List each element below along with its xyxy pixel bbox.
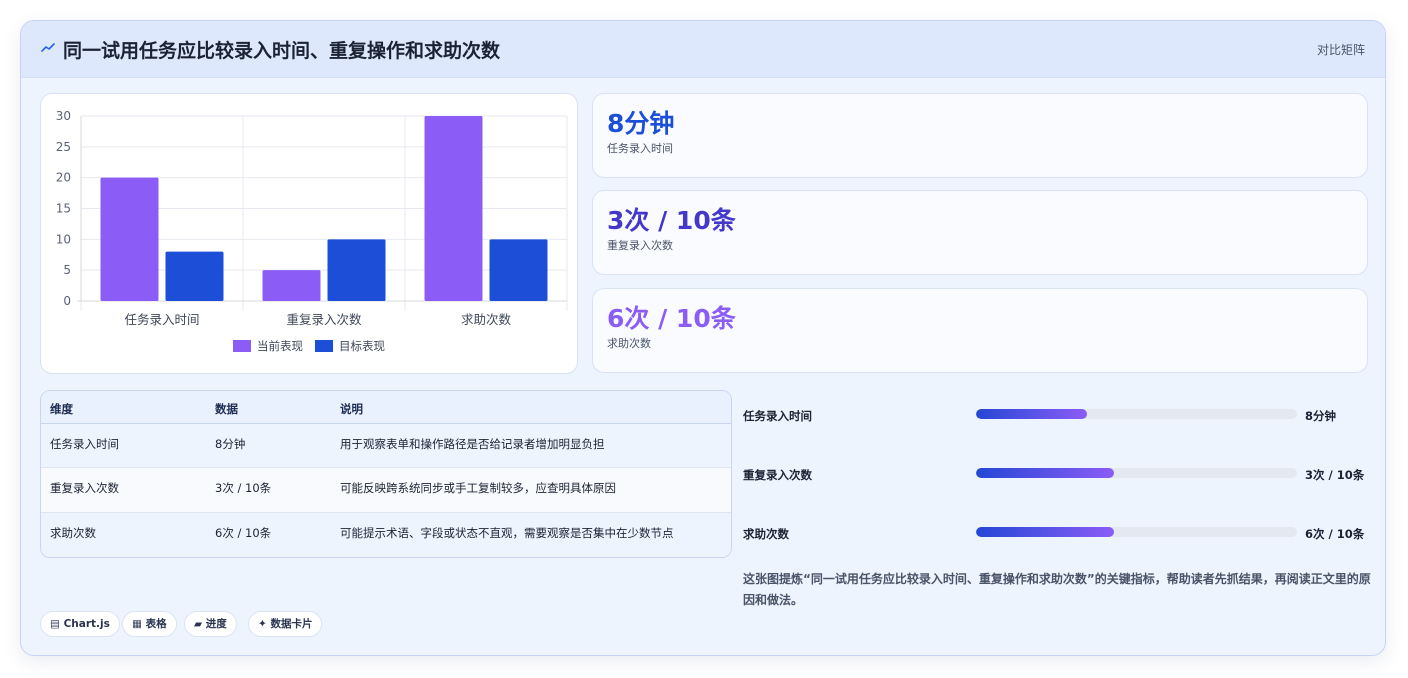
bar: [262, 270, 321, 301]
table-icon: ▦: [132, 618, 142, 630]
tag-pill-chartjs: ▤ Chart.js: [40, 611, 120, 637]
table-cell: 重复录入次数: [50, 481, 119, 495]
x-tick-label: 重复录入次数: [286, 312, 362, 327]
header-tag: 对比矩阵: [1316, 43, 1365, 57]
progress-value: 6次 / 10条: [1305, 527, 1365, 541]
column-header: 维度: [50, 402, 73, 416]
tag-pill-data-card: ✦ 数据卡片: [248, 611, 323, 637]
kpi-card-repeat-entry: 3次 / 10条 重复录入次数: [592, 190, 1368, 275]
table-header-row: 维度 数据 说明: [41, 391, 731, 424]
column-header: 数据: [215, 402, 238, 416]
table-row: 求助次数 6次 / 10条 可能提示术语、字段或状态不直观，需要观察是否集中在少…: [41, 513, 731, 557]
progress-track: [976, 527, 1297, 537]
y-tick-label: 10: [56, 232, 71, 246]
kpi-label: 重复录入次数: [607, 239, 673, 252]
bar-chart: 0 5 10 15 20 25 30 任务录入时间 重复录入次数 求助次数当前表现 目标表现: [56, 109, 568, 353]
y-tick-label: 15: [56, 202, 71, 216]
bar: [100, 177, 159, 301]
progress-icon: ▰: [194, 618, 203, 630]
progress-fill: [976, 468, 1115, 478]
kpi-card-entry-time: 8分钟 任务录入时间: [592, 93, 1368, 178]
legend-label: 目标表现: [339, 339, 385, 353]
table-row: 重复录入次数 3次 / 10条 可能反映跨系统同步或手工复制较多，应查明具体原因: [41, 468, 731, 513]
progress-label: 求助次数: [743, 527, 789, 541]
legend-swatch: [315, 340, 333, 352]
legend-swatch: [233, 340, 251, 352]
progress-value: 3次 / 10条: [1305, 468, 1365, 482]
y-tick-label: 20: [56, 171, 71, 185]
column-header: 说明: [340, 402, 363, 416]
y-tick-label: 25: [56, 140, 71, 154]
progress-fill: [976, 527, 1115, 537]
pill-label: 数据卡片: [270, 618, 313, 630]
progress-track: [976, 409, 1297, 419]
comparison-table: 维度 数据 说明 任务录入时间 8分钟 用于观察表单和操作路径是否给记录者增加明…: [40, 390, 732, 558]
table-cell: 任务录入时间: [50, 437, 119, 451]
kpi-label: 求助次数: [607, 337, 651, 350]
page-title: 同一试用任务应比较录入时间、重复操作和求助次数: [63, 40, 501, 62]
chart-icon: ▤: [50, 618, 60, 630]
table-row: 任务录入时间 8分钟 用于观察表单和操作路径是否给记录者增加明显负担: [41, 424, 731, 468]
bar-chart-panel: 0 5 10 15 20 25 30 任务录入时间 重复录入次数 求助次数当前表现 目标表现: [40, 93, 578, 374]
kpi-label: 任务录入时间: [607, 142, 673, 155]
table-cell: 8分钟: [215, 437, 246, 451]
legend-label: 当前表现: [257, 339, 303, 353]
kpi-value: 6次 / 10条: [607, 304, 736, 333]
infographic-card: 同一试用任务应比较录入时间、重复操作和求助次数 对比矩阵 0 5 10 15 20 25 3…: [20, 20, 1386, 656]
y-tick-label: 0: [63, 294, 71, 308]
kpi-card-help-requests: 6次 / 10条 求助次数: [592, 288, 1368, 373]
table-cell: 可能提示术语、字段或状态不直观，需要观察是否集中在少数节点: [340, 526, 674, 540]
pill-label: Chart.js: [63, 618, 110, 630]
pill-label: 表格: [145, 618, 167, 630]
pill-label: 进度: [205, 618, 227, 630]
tag-pill-progress: ▰ 进度: [184, 611, 237, 637]
bar: [424, 116, 483, 301]
bar: [165, 251, 224, 301]
table-cell: 6次 / 10条: [215, 526, 272, 540]
progress-track: [976, 468, 1297, 478]
table-cell: 3次 / 10条: [215, 481, 272, 495]
summary-text: 这张图提炼“同一试用任务应比较录入时间、重复操作和求助次数”的关键指标，帮助读者…: [743, 572, 1371, 607]
y-tick-label: 30: [56, 109, 71, 123]
x-tick-label: 任务录入时间: [124, 312, 199, 327]
table-cell: 用于观察表单和操作路径是否给记录者增加明显负担: [340, 437, 605, 451]
sparkle-icon: ✦: [258, 618, 267, 630]
trend-line-icon: [41, 43, 55, 52]
bar: [327, 239, 386, 301]
kpi-value: 8分钟: [607, 109, 675, 138]
kpi-value: 3次 / 10条: [607, 206, 736, 235]
table-cell: 可能反映跨系统同步或手工复制较多，应查明具体原因: [340, 481, 616, 495]
progress-fill: [976, 409, 1087, 419]
y-tick-label: 5: [63, 263, 71, 277]
progress-label: 重复录入次数: [743, 468, 812, 482]
bar: [489, 239, 548, 301]
tag-pill-table: ▦ 表格: [122, 611, 177, 637]
card-header: 同一试用任务应比较录入时间、重复操作和求助次数 对比矩阵: [21, 21, 1385, 78]
x-tick-label: 求助次数: [461, 312, 512, 327]
progress-label: 任务录入时间: [743, 409, 812, 423]
table-cell: 求助次数: [50, 526, 96, 540]
progress-value: 8分钟: [1305, 409, 1337, 423]
